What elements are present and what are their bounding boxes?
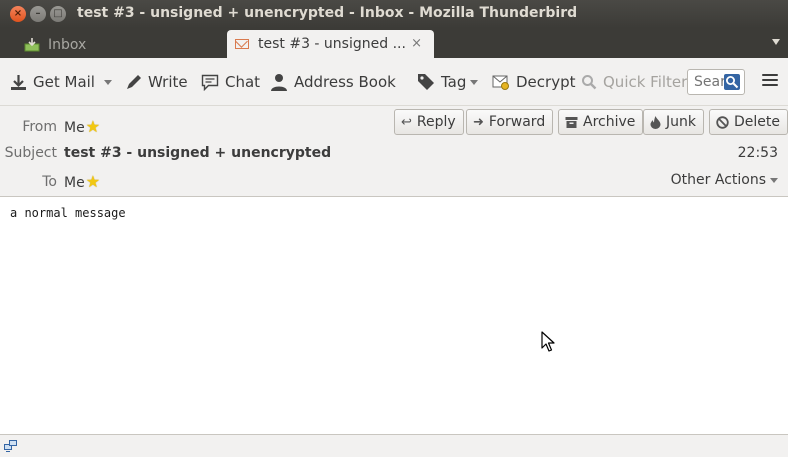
delete-label: Delete <box>734 114 780 130</box>
subject-label: Subject <box>4 145 57 161</box>
tab-bar: Inbox test #3 - unsigned ... × <box>0 28 788 58</box>
reply-label: Reply <box>416 114 456 130</box>
no-entry-icon <box>716 115 729 129</box>
magnifier-icon <box>582 75 597 90</box>
from-value[interactable]: Me★ <box>64 117 100 136</box>
tab-message-label: test #3 - unsigned ... <box>258 36 406 52</box>
decrypt-key-icon <box>492 75 509 90</box>
archive-box-icon <box>565 116 578 128</box>
quick-filter-button[interactable]: Quick Filter <box>581 71 687 93</box>
quick-filter-label: Quick Filter <box>603 73 688 91</box>
reply-arrow-icon: ↩ <box>401 114 412 130</box>
pencil-icon <box>127 74 141 89</box>
junk-label: Junk <box>666 114 696 130</box>
search-input[interactable] <box>688 70 726 94</box>
star-icon[interactable]: ★ <box>86 172 100 191</box>
other-actions-label: Other Actions <box>670 172 766 188</box>
forward-button[interactable]: ➜ Forward <box>466 109 554 135</box>
other-actions-button[interactable]: Other Actions <box>671 172 778 188</box>
message-text: a normal message <box>10 206 126 220</box>
star-icon[interactable]: ★ <box>86 117 100 136</box>
forward-label: Forward <box>488 114 546 130</box>
get-mail-label: Get Mail <box>33 73 95 91</box>
envelope-icon <box>235 39 249 49</box>
tab-list-dropdown-icon[interactable] <box>772 39 780 45</box>
download-icon <box>11 74 26 90</box>
decrypt-label: Decrypt <box>516 73 576 91</box>
tab-message[interactable]: test #3 - unsigned ... × <box>227 30 434 58</box>
address-book-label: Address Book <box>294 73 396 91</box>
search-icon[interactable] <box>724 74 740 90</box>
tab-inbox-label: Inbox <box>48 37 87 53</box>
archive-label: Archive <box>583 114 636 130</box>
address-book-button[interactable]: Address Book <box>270 71 396 93</box>
to-value[interactable]: Me★ <box>64 172 100 191</box>
window-minimize-button[interactable]: – <box>30 6 46 22</box>
to-label: To <box>42 174 57 190</box>
tag-icon <box>418 74 434 90</box>
inbox-icon <box>24 38 40 52</box>
message-body[interactable]: a normal message <box>0 197 788 434</box>
subject-value: test #3 - unsigned + unencrypted <box>64 145 332 161</box>
archive-button[interactable]: Archive <box>558 109 644 135</box>
tag-button[interactable]: Tag <box>417 71 479 93</box>
junk-button[interactable]: Junk <box>643 109 704 135</box>
delete-button[interactable]: Delete <box>709 109 788 135</box>
chevron-down-icon <box>770 177 778 183</box>
window-close-button[interactable]: × <box>10 6 26 22</box>
to-name: Me <box>64 175 85 191</box>
app-menu-icon[interactable] <box>762 74 778 88</box>
tag-label: Tag <box>441 73 467 91</box>
forward-arrow-icon: ➜ <box>473 114 484 130</box>
tab-close-icon[interactable]: × <box>411 36 422 51</box>
from-label: From <box>22 119 57 135</box>
chat-button[interactable]: Chat <box>201 71 260 93</box>
tab-inbox[interactable]: Inbox <box>18 32 86 58</box>
write-label: Write <box>148 73 188 91</box>
get-mail-dropdown[interactable] <box>100 71 112 93</box>
from-name: Me <box>64 120 85 136</box>
message-time: 22:53 <box>737 145 778 161</box>
network-status-icon[interactable] <box>4 439 18 453</box>
chevron-down-icon <box>104 79 112 85</box>
window-maximize-button[interactable]: □ <box>50 6 66 22</box>
person-icon <box>271 74 287 91</box>
window-title: test #3 - unsigned + unencrypted - Inbox… <box>77 5 578 21</box>
title-bar: × – □ test #3 - unsigned + unencrypted -… <box>0 0 788 28</box>
status-bar <box>0 434 788 457</box>
reply-button[interactable]: ↩ Reply <box>394 109 464 135</box>
write-button[interactable]: Write <box>125 71 188 93</box>
chat-bubble-icon <box>201 74 219 91</box>
chevron-down-icon <box>470 79 479 85</box>
search-box[interactable] <box>687 69 745 95</box>
get-mail-button[interactable]: Get Mail <box>10 71 95 93</box>
decrypt-button[interactable]: Decrypt <box>492 71 575 93</box>
flame-icon <box>650 115 661 129</box>
mouse-cursor-icon <box>541 331 555 352</box>
chat-label: Chat <box>225 73 261 91</box>
main-toolbar: Get Mail Write Chat Address Book Tag Dec… <box>0 58 788 106</box>
